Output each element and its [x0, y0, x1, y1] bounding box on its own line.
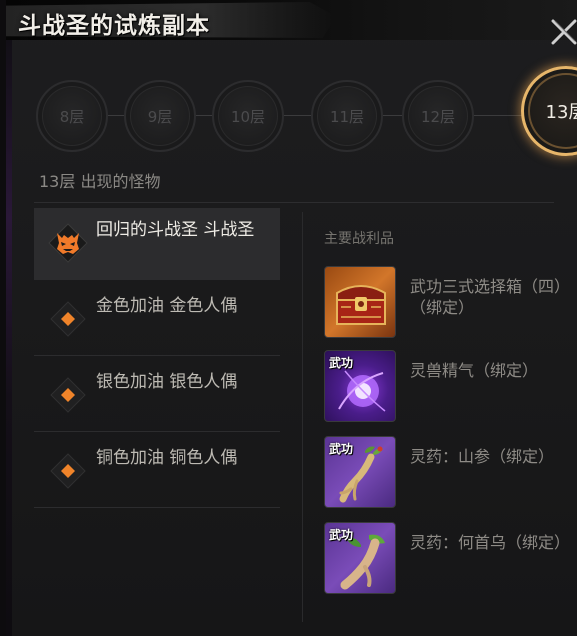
dungeon-panel: 斗战圣的试炼副本 8层 9层 10层 11层 12层 13层 13层 出现的怪物… [0, 0, 577, 636]
orange-diamond-icon [50, 301, 86, 337]
monster-name: 回归的斗战圣 斗战圣 [96, 220, 255, 240]
monster-item[interactable]: 银色加油 银色人偶 [34, 360, 280, 432]
loot-frame: 武功 [324, 436, 396, 508]
monster-name: 银色加油 银色人偶 [96, 372, 238, 392]
floor-11-button[interactable]: 11层 [311, 80, 383, 152]
loot-frame: 武功 [324, 350, 396, 422]
demon-mask-icon [48, 223, 88, 263]
loot-name: 灵药：何首乌（绑定） [410, 533, 571, 552]
loot-frame: 武功 [324, 522, 396, 594]
loot-tag: 武功 [329, 528, 354, 542]
orange-diamond-icon [50, 377, 86, 413]
close-icon [551, 19, 577, 45]
treasure-chest-icon [336, 285, 386, 325]
floor-8-button[interactable]: 8层 [36, 80, 108, 152]
monster-name: 金色加油 金色人偶 [96, 296, 238, 316]
monster-item-selected[interactable]: 回归的斗战圣 斗战圣 [34, 208, 280, 280]
loot-item[interactable]: 武功 灵药：山参（绑定） [324, 436, 564, 508]
loot-frame [324, 266, 396, 338]
loot-name: 灵兽精气（绑定） [410, 361, 539, 380]
panel-edge [6, 40, 12, 636]
monster-item[interactable]: 金色加油 金色人偶 [34, 284, 280, 356]
loot-item[interactable]: 武功三式选择箱（四）（绑定） [324, 266, 564, 338]
loot-tag: 武功 [329, 442, 354, 456]
title-bar: 斗战圣的试炼副本 [6, 0, 577, 40]
orange-diamond-icon [50, 453, 86, 489]
loot-name: 灵药：山参（绑定） [410, 447, 555, 466]
floor-9-button[interactable]: 9层 [124, 80, 196, 152]
floor-10-button[interactable]: 10层 [212, 80, 284, 152]
monster-name: 铜色加油 铜色人偶 [96, 448, 238, 468]
loot-tag: 武功 [329, 356, 354, 370]
floor-13-button-selected[interactable]: 13层 [521, 66, 577, 156]
floor-12-button[interactable]: 12层 [402, 80, 474, 152]
monster-item[interactable]: 铜色加油 铜色人偶 [34, 436, 280, 508]
loot-heading: 主要战利品 [324, 231, 394, 247]
column-divider [302, 212, 303, 622]
close-button[interactable] [549, 17, 577, 47]
divider [34, 202, 554, 203]
loot-item[interactable]: 武功 灵药：何首乌（绑定） [324, 522, 571, 594]
monsters-heading: 13层 出现的怪物 [39, 172, 161, 191]
page-title: 斗战圣的试炼副本 [18, 12, 210, 39]
loot-item[interactable]: 武功 灵兽精气（绑定） [324, 350, 564, 422]
floor-selector: 8层 9层 10层 11层 12层 13层 [36, 66, 577, 156]
loot-name: 武功三式选择箱（四）（绑定） [410, 277, 563, 317]
